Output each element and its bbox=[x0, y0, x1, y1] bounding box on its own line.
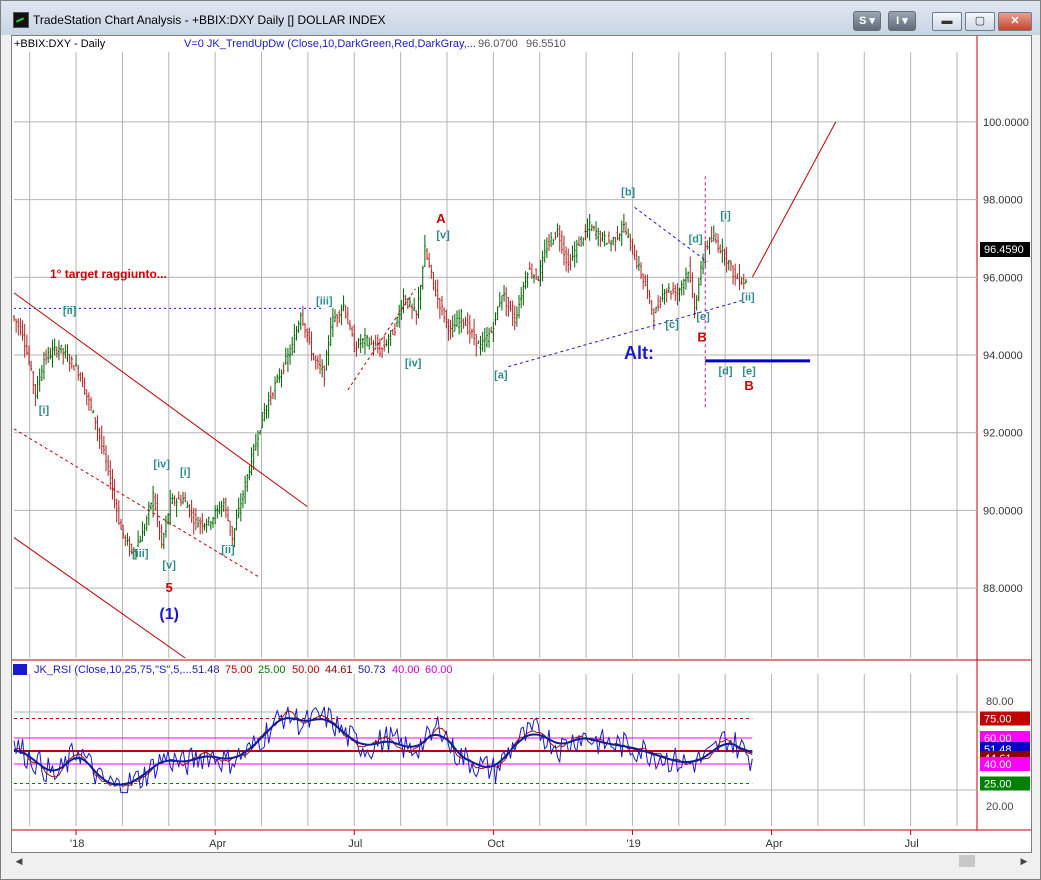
wave-label: [e] bbox=[742, 365, 756, 377]
last-price-text: 96.4590 bbox=[984, 244, 1024, 256]
rsi-badge-text: 75.00 bbox=[984, 714, 1012, 726]
s-menu-button[interactable]: S ▾ bbox=[853, 11, 881, 31]
wave-label: A bbox=[436, 211, 446, 226]
grid-lines bbox=[12, 36, 1031, 835]
wave-label: [c] bbox=[665, 319, 679, 331]
chart-app-icon bbox=[13, 12, 29, 28]
rsi-value-6: 50.73 bbox=[358, 664, 386, 676]
scroll-thumb[interactable] bbox=[959, 855, 975, 867]
maximize-icon[interactable]: ▢ bbox=[965, 12, 995, 31]
indicator-value-1: 96.0700 bbox=[478, 38, 518, 50]
wave-label: (1) bbox=[159, 606, 179, 623]
x-tick-label: Oct bbox=[487, 838, 504, 850]
wave-label: [iii] bbox=[316, 296, 333, 308]
window-title: TradeStation Chart Analysis - +BBIX:DXY … bbox=[33, 13, 386, 27]
wave-label: [ii] bbox=[221, 544, 235, 556]
close-icon[interactable]: ✕ bbox=[998, 12, 1032, 31]
x-tick-label: '18 bbox=[70, 838, 84, 850]
wave-label: B bbox=[744, 378, 753, 393]
x-tick-label: Jul bbox=[905, 838, 919, 850]
y-tick-label: 90.0000 bbox=[983, 505, 1023, 517]
rsi-value-4: 50.00 bbox=[292, 664, 320, 676]
wave-label: [v] bbox=[162, 560, 176, 572]
rsi-value-1: 51.48 bbox=[192, 664, 220, 676]
y-tick-label: 94.0000 bbox=[983, 350, 1023, 362]
wave-label: [ii] bbox=[63, 305, 77, 317]
rsi-value-2: 75.00 bbox=[225, 664, 253, 676]
price-layer bbox=[13, 121, 837, 659]
y-tick-label: 92.0000 bbox=[983, 428, 1023, 440]
channel-line bbox=[347, 288, 416, 391]
wave-label: [iv] bbox=[153, 459, 170, 471]
minimize-icon[interactable]: ▬ bbox=[932, 12, 962, 31]
wave-label: [b] bbox=[621, 187, 635, 199]
chart-svg[interactable]: 100.0000 98.0000 96.0000 94.0000 92.0000 90.0… bbox=[12, 36, 1031, 852]
wave-label: [iii] bbox=[132, 548, 149, 560]
rsi-value-7: 40.00 bbox=[392, 664, 420, 676]
target-note: 1° target raggiunto... bbox=[50, 267, 167, 281]
scroll-right-icon[interactable]: ▶ bbox=[1016, 853, 1032, 869]
rsi-panel-icon bbox=[13, 664, 27, 675]
rsi-badge-text: 40.00 bbox=[984, 759, 1012, 771]
wave-label: [d] bbox=[689, 233, 703, 245]
rsi-axis-80: 80.00 bbox=[986, 696, 1014, 708]
label-layer: 100.0000 98.0000 96.0000 94.0000 92.0000 90.0… bbox=[39, 117, 1030, 850]
wave-label: [i] bbox=[720, 210, 731, 222]
wave-label: [iv] bbox=[405, 358, 422, 370]
chart-area[interactable]: 100.0000 98.0000 96.0000 94.0000 92.0000 90.0… bbox=[11, 35, 1032, 853]
horizontal-scrollbar[interactable]: ◀ ▶ bbox=[11, 853, 1032, 869]
y-tick-label: 96.0000 bbox=[983, 272, 1023, 284]
title-bar[interactable]: TradeStation Chart Analysis - +BBIX:DXY … bbox=[1, 1, 1040, 35]
wave-label: B bbox=[697, 329, 706, 344]
indicator-value-2: 96.5510 bbox=[526, 38, 566, 50]
i-menu-button[interactable]: I ▾ bbox=[888, 11, 916, 31]
wave-label: [d] bbox=[719, 365, 733, 377]
y-tick-label: 88.0000 bbox=[983, 583, 1023, 595]
rsi-value-5: 44.61 bbox=[325, 664, 353, 676]
x-tick-label: Apr bbox=[766, 838, 783, 850]
channel-line bbox=[13, 537, 186, 659]
rsi-value-3: 25.00 bbox=[258, 664, 286, 676]
wave-label: [v] bbox=[436, 229, 450, 241]
y-tick-label: 98.0000 bbox=[983, 195, 1023, 207]
wave-label: [ii] bbox=[741, 292, 755, 304]
trend-indicator-label: V=0 JK_TrendUpDw (Close,10,DarkGreen,Red… bbox=[184, 38, 476, 50]
alt-label: Alt: bbox=[624, 343, 654, 363]
wave-label: 5 bbox=[166, 580, 173, 595]
channel-line bbox=[13, 292, 308, 507]
rsi-badge-text: 25.00 bbox=[984, 779, 1012, 791]
x-tick-label: '19 bbox=[626, 838, 640, 850]
x-tick-label: Jul bbox=[348, 838, 362, 850]
wave-label: [i] bbox=[39, 404, 50, 416]
scroll-left-icon[interactable]: ◀ bbox=[11, 853, 27, 869]
rsi-layer bbox=[13, 706, 977, 794]
wave-label: [i] bbox=[180, 466, 191, 478]
rsi-label: JK_RSI (Close,10,25,75,"S",5,... bbox=[34, 664, 192, 676]
wave-label: [a] bbox=[494, 369, 508, 381]
chart-window: TradeStation Chart Analysis - +BBIX:DXY … bbox=[0, 0, 1041, 880]
rsi-value-8: 60.00 bbox=[425, 664, 453, 676]
wave-label: [e] bbox=[696, 311, 710, 323]
symbol-label: +BBIX:DXY - Daily bbox=[14, 38, 106, 50]
y-tick-label: 100.0000 bbox=[983, 117, 1029, 129]
x-tick-label: Apr bbox=[209, 838, 226, 850]
rsi-axis-20: 20.00 bbox=[986, 801, 1014, 813]
